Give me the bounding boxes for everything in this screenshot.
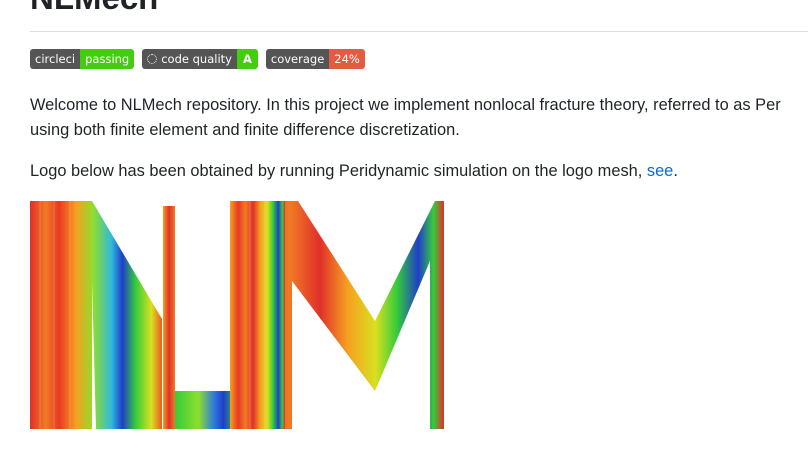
- see-link[interactable]: see: [647, 162, 673, 180]
- intro-line-1: Welcome to NLMech repository. In this pr…: [30, 96, 781, 114]
- spinner-icon: [147, 54, 158, 64]
- title-divider: [30, 31, 808, 32]
- logo-text-end: .: [673, 162, 678, 180]
- coverage-badge[interactable]: coverage 24%: [265, 49, 365, 69]
- circleci-badge-value: passing: [80, 49, 135, 69]
- logo-text: Logo below has been obtained by running …: [30, 162, 643, 180]
- page-title: NLMech: [30, 0, 158, 18]
- code-quality-badge-value: A: [236, 49, 258, 69]
- intro-paragraph: Welcome to NLMech repository. In this pr…: [30, 93, 781, 143]
- coverage-badge-value: 24%: [329, 49, 365, 69]
- code-quality-badge[interactable]: code quality A: [142, 49, 258, 69]
- logo-paragraph: Logo below has been obtained by running …: [30, 159, 678, 184]
- badge-row: circleci passing code quality A coverage…: [30, 49, 365, 69]
- circleci-badge-label: circleci: [30, 49, 81, 69]
- circleci-badge[interactable]: circleci passing: [30, 49, 135, 69]
- nlm-simulation-logo: [30, 201, 444, 429]
- coverage-badge-label: coverage: [265, 49, 330, 69]
- code-quality-badge-label: code quality: [161, 52, 232, 66]
- intro-line-2: using both finite element and finite dif…: [30, 121, 460, 139]
